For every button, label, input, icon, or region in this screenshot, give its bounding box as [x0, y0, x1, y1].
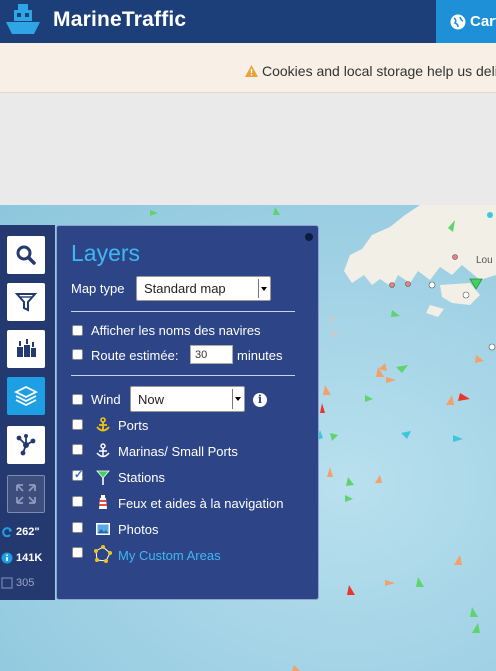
show-names-checkbox[interactable] [72, 325, 83, 336]
chevron-down-icon [258, 279, 268, 298]
panel-title: Layers [71, 240, 141, 266]
search-icon [16, 245, 36, 265]
panel-close-dot[interactable] [305, 233, 313, 241]
ports-checkbox[interactable] [72, 419, 83, 430]
chevron-down-icon [232, 389, 242, 409]
filter-button[interactable] [7, 283, 45, 321]
polygon-icon [94, 545, 112, 563]
anchor-yellow-icon [96, 417, 110, 432]
layer-label-custom-areas[interactable]: My Custom Areas [118, 548, 221, 563]
brand-name[interactable]: MarineTraffic [53, 8, 186, 32]
layer-label-stations: Stations [118, 470, 165, 485]
app-header: MarineTraffic Cart [0, 0, 496, 43]
map-type-label: Map type [71, 281, 125, 296]
map-placeholder-area [0, 93, 496, 205]
vessel-count-stat: 141K [1, 552, 42, 564]
station-icon [96, 470, 110, 485]
route-checkbox[interactable] [72, 349, 83, 360]
lights-checkbox[interactable] [72, 496, 83, 507]
wind-time-select[interactable]: Now [130, 386, 245, 412]
filter-icon [14, 293, 38, 312]
map-type-select[interactable]: Standard map [136, 276, 271, 301]
wind-time-value: Now [138, 391, 165, 407]
wind-label: Wind [91, 392, 121, 407]
cart-label: Cart [470, 13, 496, 30]
route-minutes-input[interactable]: 30 [190, 345, 233, 364]
map-place-label: Lou [476, 255, 493, 266]
square-icon[interactable] [1, 577, 13, 589]
refresh-stat: 262" [1, 526, 40, 538]
lighthouse-icon [99, 495, 107, 509]
warning-icon [245, 65, 258, 77]
vessels-density-button[interactable] [7, 330, 45, 368]
map-toolbar: 262" 141K 305 [0, 225, 55, 600]
wind-checkbox[interactable] [72, 394, 83, 405]
photo-icon [96, 523, 110, 535]
search-button[interactable] [7, 236, 45, 274]
marinas-checkbox[interactable] [72, 444, 83, 455]
network-icon [16, 434, 36, 456]
layers-button[interactable] [7, 377, 45, 415]
stations-checkbox[interactable] [72, 468, 83, 481]
layer-label-lights: Feux et aides à la navigation [118, 496, 284, 511]
divider [71, 375, 295, 376]
info-circle-icon [1, 552, 13, 564]
cart-button[interactable]: Cart [436, 0, 496, 43]
layers-icon [14, 385, 38, 407]
selected-count: 305 [16, 577, 35, 589]
layer-label-photos: Photos [118, 522, 159, 537]
layer-label-ports: Ports [118, 418, 149, 433]
layer-label-marinas: Marinas/ Small Ports [118, 444, 238, 459]
selected-count-stat: 305 [1, 577, 34, 589]
custom-areas-checkbox[interactable] [72, 547, 83, 558]
route-label: Route estimée: [91, 348, 179, 363]
fullscreen-button[interactable] [7, 475, 45, 513]
layers-panel: Layers Map type Standard map Afficher le… [56, 225, 319, 600]
divider [71, 311, 295, 312]
vessels-icon [17, 339, 36, 357]
vessel-count: 141K [16, 552, 43, 564]
refresh-icon[interactable] [1, 526, 13, 538]
map-type-value: Standard map [144, 281, 226, 296]
expand-icon [16, 484, 36, 504]
route-unit-label: minutes [237, 348, 283, 363]
ship-logo-icon[interactable] [2, 2, 44, 38]
anchor-white-icon [96, 443, 110, 458]
globe-icon [450, 14, 466, 29]
cookie-text: Cookies and local storage help us deliv [262, 63, 496, 79]
cookie-banner: Cookies and local storage help us deliv [0, 43, 496, 93]
refresh-seconds: 262" [16, 526, 40, 538]
info-icon[interactable]: i [253, 393, 267, 407]
show-names-label: Afficher les noms des navires [91, 323, 261, 338]
network-button[interactable] [7, 426, 45, 464]
photos-checkbox[interactable] [72, 522, 83, 533]
